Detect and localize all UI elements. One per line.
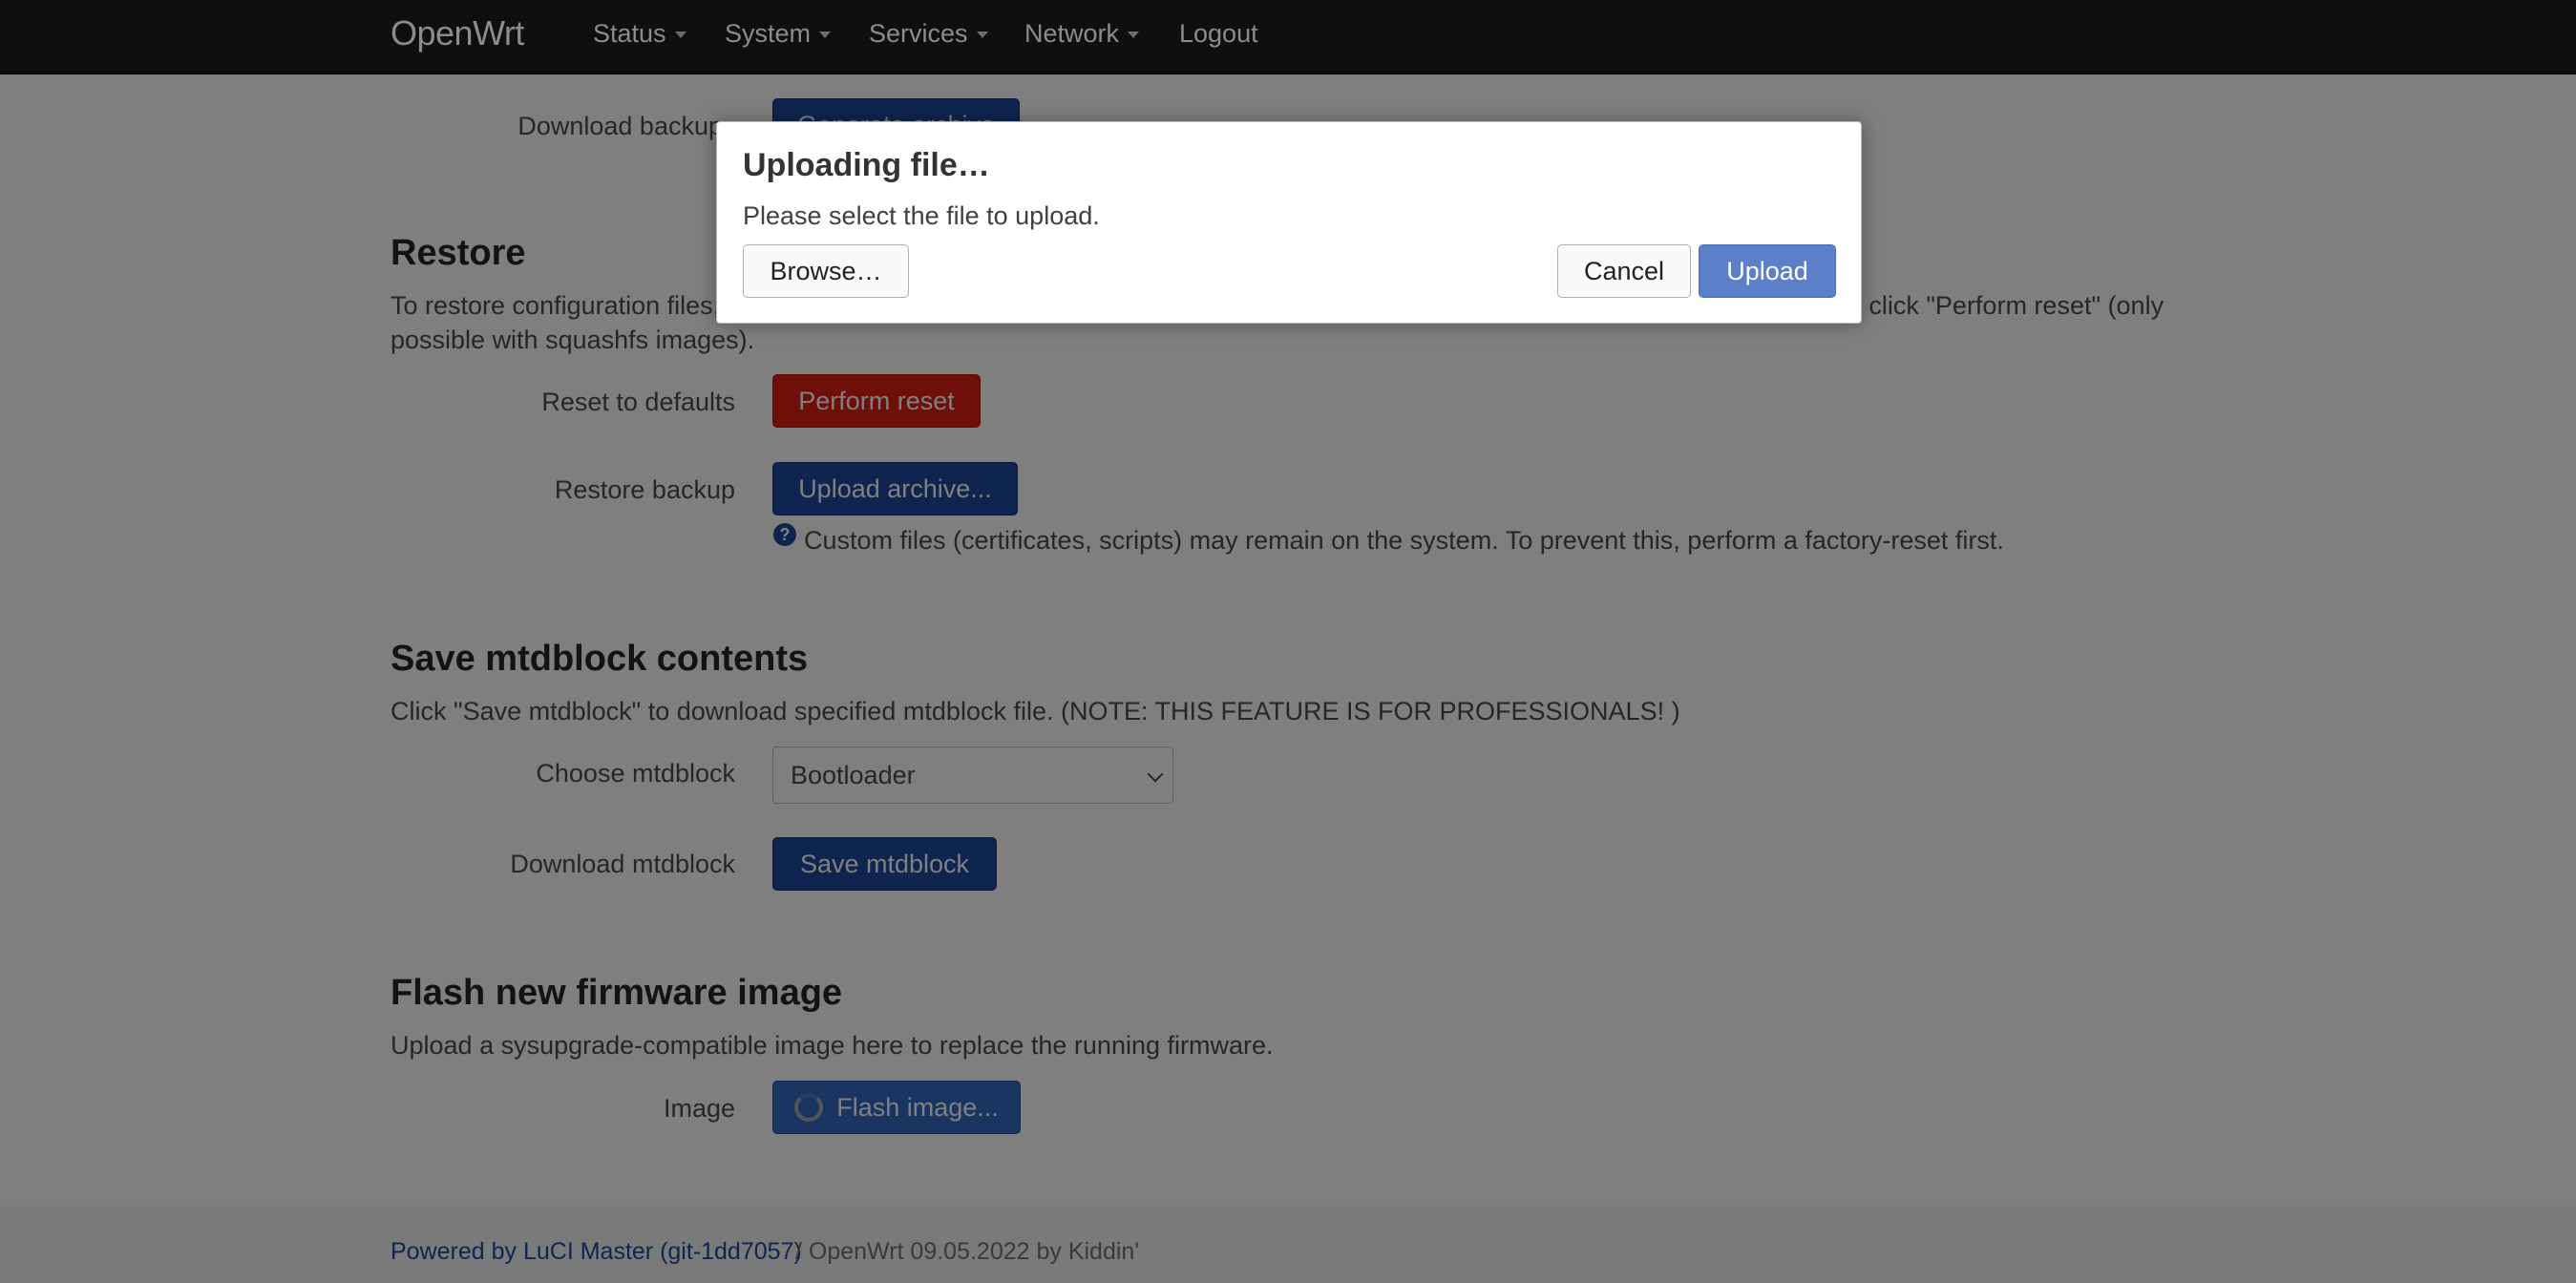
choose-mtdblock-label: Choose mtdblock [536, 759, 735, 788]
restore-heading: Restore [391, 233, 526, 273]
restore-description-line2: possible with squashfs images). [391, 326, 755, 354]
upload-archive-button[interactable]: Upload archive... [772, 462, 1018, 515]
footer-version-text: / OpenWrt 09.05.2022 by Kiddin' [795, 1238, 1140, 1265]
footer: Powered by LuCI Master (git-1dd7057) / O… [0, 1206, 2576, 1283]
cancel-button[interactable]: Cancel [1557, 244, 1691, 298]
restore-backup-label: Restore backup [554, 475, 735, 504]
top-navbar: OpenWrt Status System Services Network L… [0, 0, 2576, 74]
nav-status-menu[interactable]: Status [593, 19, 686, 49]
nav-services-label: Services [869, 19, 968, 48]
brand-logo[interactable]: OpenWrt [391, 13, 524, 53]
chevron-down-icon [976, 32, 988, 39]
perform-reset-button[interactable]: Perform reset [772, 374, 981, 428]
luci-powered-by-link[interactable]: Powered by LuCI Master (git-1dd7057) [391, 1238, 802, 1266]
download-mtdblock-label: Download mtdblock [510, 850, 735, 878]
browse-button[interactable]: Browse… [743, 244, 909, 298]
dialog-message: Please select the file to upload. [743, 201, 1100, 230]
mtdblock-select[interactable]: Bootloader [772, 747, 1173, 804]
upload-file-dialog: Uploading file… Please select the file t… [716, 121, 1862, 324]
chevron-down-icon [1147, 766, 1164, 783]
nav-logout-link[interactable]: Logout [1179, 19, 1258, 49]
restore-help-text: Custom files (certificates, scripts) may… [804, 526, 2004, 555]
nav-system-menu[interactable]: System [725, 19, 832, 49]
mtdblock-description: Click "Save mtdblock" to download specif… [391, 697, 1680, 726]
flash-heading: Flash new firmware image [391, 973, 843, 1013]
save-mtdblock-button[interactable]: Save mtdblock [772, 837, 997, 891]
dialog-title: Uploading file… [743, 147, 990, 183]
flash-image-button[interactable]: Flash image... [772, 1081, 1021, 1134]
help-icon: ? [773, 523, 796, 546]
nav-services-menu[interactable]: Services [869, 19, 988, 49]
image-label: Image [663, 1094, 735, 1123]
mtdblock-select-value: Bootloader [791, 760, 916, 789]
chevron-down-icon [674, 32, 686, 39]
chevron-down-icon [819, 32, 832, 39]
nav-system-label: System [725, 19, 812, 48]
nav-network-menu[interactable]: Network [1024, 19, 1140, 49]
mtdblock-heading: Save mtdblock contents [391, 639, 809, 679]
flash-description: Upload a sysupgrade-compatible image her… [391, 1031, 1274, 1060]
reset-defaults-label: Reset to defaults [541, 388, 735, 416]
chevron-down-icon [1128, 32, 1140, 39]
download-backup-label: Download backup [517, 112, 723, 140]
nav-status-label: Status [593, 19, 666, 48]
upload-button[interactable]: Upload [1699, 244, 1836, 298]
flash-image-button-label: Flash image... [836, 1092, 999, 1122]
nav-network-label: Network [1024, 19, 1120, 48]
spinner-icon [794, 1093, 824, 1122]
